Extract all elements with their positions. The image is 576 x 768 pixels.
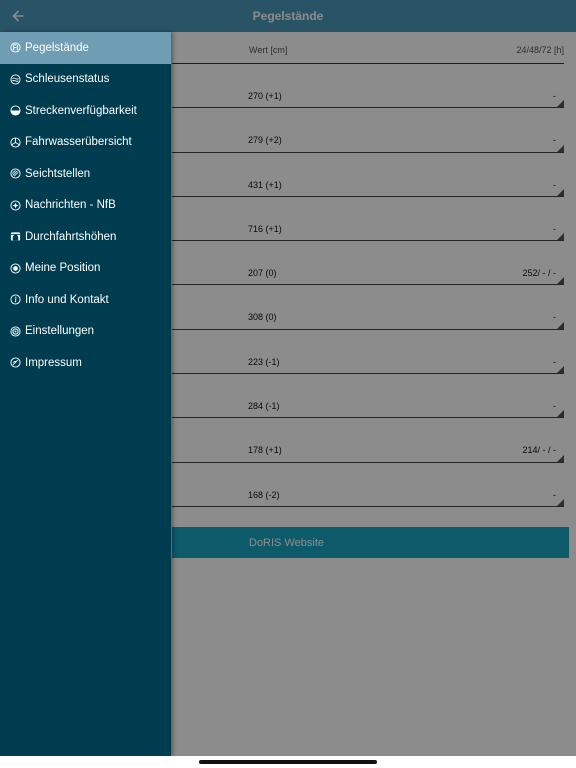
gauge-icon — [10, 42, 21, 53]
menu-item-label: Durchfahrtshöhen — [25, 230, 117, 243]
side-menu: Pegelstände Schleusenstatus Streckenverf… — [0, 32, 171, 756]
helm-icon — [10, 137, 21, 148]
menu-item-meine-position[interactable]: Meine Position — [0, 253, 171, 285]
position-icon — [10, 263, 21, 274]
news-icon — [10, 200, 21, 211]
menu-item-pegelstaende[interactable]: Pegelstände — [0, 32, 171, 64]
menu-item-label: Seichtstellen — [25, 167, 91, 180]
menu-item-impressum[interactable]: Impressum — [0, 347, 171, 379]
menu-item-einstellungen[interactable]: Einstellungen — [0, 316, 171, 348]
menu-item-label: Info und Kontakt — [25, 293, 109, 306]
menu-item-info-kontakt[interactable]: Info und Kontakt — [0, 284, 171, 316]
menu-item-fahrwasseruebersicht[interactable]: Fahrwasserübersicht — [0, 127, 171, 159]
menu-item-schleusenstatus[interactable]: Schleusenstatus — [0, 64, 171, 96]
menu-item-seichtstellen[interactable]: Seichtstellen — [0, 158, 171, 190]
half-circle-icon — [10, 105, 21, 116]
menu-item-label: Meine Position — [25, 262, 101, 275]
bridge-icon — [10, 231, 21, 242]
lock-waves-icon — [10, 74, 21, 85]
menu-item-durchfahrtshoehen[interactable]: Durchfahrtshöhen — [0, 221, 171, 253]
imprint-icon — [10, 357, 21, 368]
menu-item-label: Schleusenstatus — [25, 73, 110, 86]
shallow-icon — [10, 168, 21, 179]
menu-item-label: Impressum — [25, 356, 82, 369]
menu-item-label: Pegelstände — [25, 41, 89, 54]
menu-item-label: Nachrichten - NfB — [25, 199, 116, 212]
menu-item-label: Einstellungen — [25, 325, 95, 338]
menu-item-nachrichten[interactable]: Nachrichten - NfB — [0, 190, 171, 222]
info-icon — [10, 294, 21, 305]
menu-item-label: Fahrwasserübersicht — [25, 136, 132, 149]
settings-icon — [10, 326, 21, 337]
menu-item-label: Streckenverfügbarkeit — [25, 104, 137, 117]
menu-item-streckenverfuegbarkeit[interactable]: Streckenverfügbarkeit — [0, 95, 171, 127]
home-indicator[interactable] — [199, 760, 377, 764]
